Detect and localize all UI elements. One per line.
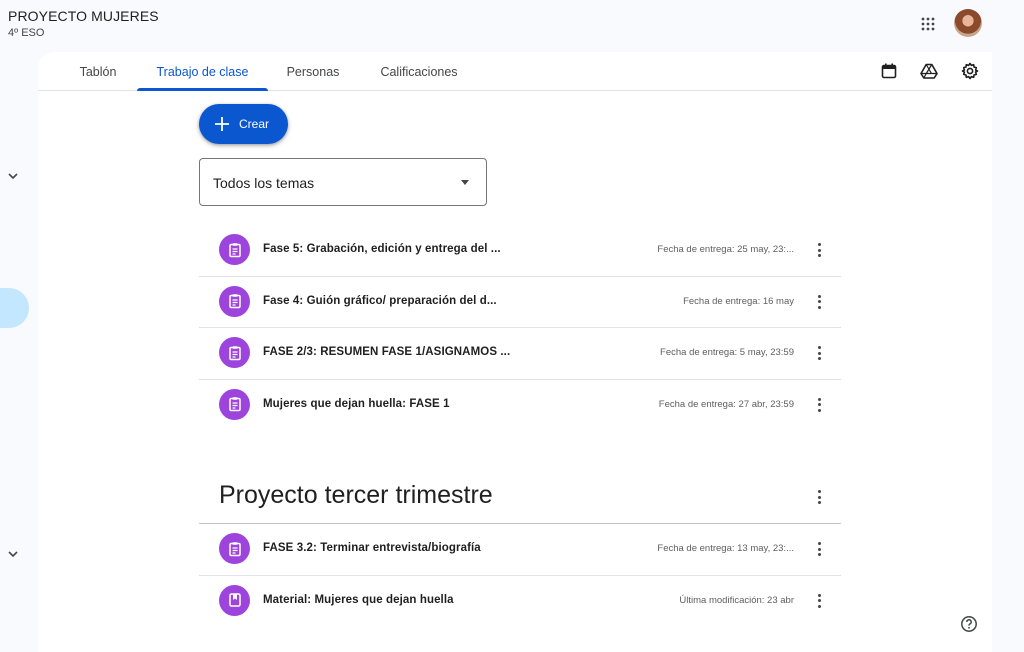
list-item[interactable]: Mujeres que dejan huella: FASE 1 Fecha d… [199, 380, 841, 432]
item-due-date: Fecha de entrega: 25 may, 23:... [657, 244, 794, 255]
more-options-icon[interactable] [815, 240, 823, 260]
tab-personas[interactable]: Personas [282, 52, 344, 91]
help-icon[interactable] [958, 613, 980, 635]
create-button[interactable]: Crear [199, 104, 288, 144]
more-options-icon[interactable] [815, 292, 823, 312]
settings-icon[interactable] [959, 60, 981, 82]
rail-active-indicator[interactable] [0, 288, 29, 328]
assignment-icon [219, 388, 250, 420]
top-bar: PROYECTO MUJERES 4º ESO [0, 0, 1024, 52]
topic-item-list: FASE 3.2: Terminar entrevista/biografía … [199, 524, 841, 627]
item-due-date: Fecha de entrega: 27 abr, 23:59 [658, 398, 794, 410]
tab-bar: Tablón Trabajo de clase Personas Calific… [38, 52, 992, 91]
create-button-label: Crear [239, 117, 270, 131]
tab-tablon[interactable]: Tablón [75, 52, 121, 91]
topic-title[interactable]: Proyecto tercer trimestre [219, 481, 493, 510]
item-due-date: Fecha de entrega: 16 may [683, 295, 794, 307]
list-item[interactable]: Material: Mujeres que dejan huella Últim… [199, 576, 841, 628]
assignment-list: Fase 5: Grabación, edición y entrega del… [199, 225, 841, 431]
more-options-icon[interactable] [815, 487, 823, 507]
more-options-icon[interactable] [815, 591, 823, 611]
item-due-date: Fecha de entrega: 13 may, 23:... [657, 543, 794, 554]
list-item[interactable]: Fase 4: Guión gráfico/ preparación del d… [199, 277, 841, 328]
tab-trabajo-de-clase[interactable]: Trabajo de clase [137, 52, 268, 91]
calendar-icon[interactable] [878, 60, 900, 82]
active-tab-indicator [137, 88, 268, 91]
item-title: Fase 5: Grabación, edición y entrega del… [263, 243, 501, 255]
topic-filter-select[interactable]: Todos los temas [199, 158, 487, 206]
item-title: FASE 2/3: RESUMEN FASE 1/ASIGNAMOS ... [263, 346, 511, 358]
list-item[interactable]: FASE 3.2: Terminar entrevista/biografía … [199, 524, 841, 576]
more-options-icon[interactable] [815, 395, 823, 415]
chevron-down-icon[interactable] [5, 546, 21, 562]
caret-down-icon [461, 180, 469, 185]
list-item[interactable]: Fase 5: Grabación, edición y entrega del… [199, 225, 841, 277]
class-name[interactable]: PROYECTO MUJERES [8, 8, 159, 24]
topic-filter-value: Todos los temas [213, 175, 315, 191]
topic-header: Proyecto tercer trimestre [199, 467, 841, 524]
user-avatar[interactable] [954, 9, 982, 37]
item-title: Fase 4: Guión gráfico/ preparación del d… [263, 294, 497, 307]
material-icon [219, 584, 250, 616]
item-title: Material: Mujeres que dejan huella [263, 593, 454, 606]
item-modified-date: Última modificación: 23 abr [679, 594, 794, 606]
item-due-date: Fecha de entrega: 5 may, 23:59 [660, 347, 794, 358]
assignment-icon [219, 234, 250, 265]
assignment-icon [219, 337, 250, 368]
drive-icon[interactable] [918, 60, 940, 82]
more-options-icon[interactable] [815, 539, 823, 559]
list-item[interactable]: FASE 2/3: RESUMEN FASE 1/ASIGNAMOS ... F… [199, 328, 841, 380]
tab-calificaciones[interactable]: Calificaciones [374, 52, 464, 91]
plus-icon [215, 117, 229, 131]
left-rail [0, 52, 38, 652]
item-title: Mujeres que dejan huella: FASE 1 [263, 397, 450, 410]
assignment-icon [219, 285, 250, 317]
assignment-icon [219, 533, 250, 564]
more-options-icon[interactable] [815, 343, 823, 363]
apps-grid-icon[interactable] [914, 10, 942, 38]
main-panel: Tablón Trabajo de clase Personas Calific… [38, 52, 992, 652]
chevron-down-icon[interactable] [5, 168, 21, 184]
item-title: FASE 3.2: Terminar entrevista/biografía [263, 542, 481, 554]
class-section: 4º ESO [8, 27, 45, 39]
